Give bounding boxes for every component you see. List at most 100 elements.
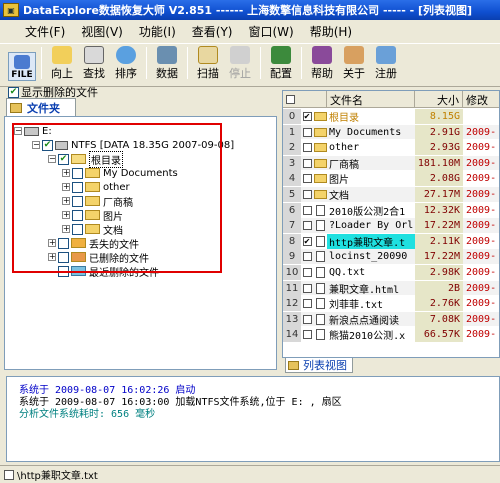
list-row[interactable]: 14 熊猫2010公测.x 66.57K 2009-: [283, 327, 499, 344]
row-checkbox[interactable]: [301, 171, 313, 186]
row-checkbox[interactable]: [301, 327, 313, 342]
file-name: 刘菲菲.txt: [329, 300, 384, 312]
list-row[interactable]: 11 兼职文章.html 2B 2009-: [283, 280, 499, 297]
row-checkbox[interactable]: [301, 203, 313, 218]
header-size[interactable]: 大小: [415, 91, 463, 108]
checkbox-icon[interactable]: [302, 268, 312, 277]
file-modified: 2009-: [466, 267, 497, 278]
checkbox-icon[interactable]: [302, 158, 312, 168]
row-checkbox[interactable]: [301, 312, 313, 327]
list-row[interactable]: 4 图片 2.08G 2009-: [283, 171, 499, 188]
list-row[interactable]: 2 other 2.93G 2009-: [283, 140, 499, 156]
about-button[interactable]: 关于: [339, 46, 369, 81]
row-checkbox[interactable]: [301, 156, 313, 171]
menu-function[interactable]: 功能(I): [139, 23, 176, 40]
row-checkbox[interactable]: [301, 265, 313, 280]
list-row[interactable]: 5 文档 27.17M 2009-: [283, 187, 499, 203]
find-button[interactable]: 查找: [79, 46, 109, 81]
file-size: 2.91G: [415, 124, 463, 140]
toolbar-separator: [187, 47, 188, 79]
list-row[interactable]: 6 2010版公测2合1 12.32K 2009-: [283, 202, 499, 219]
file-name: 根目录: [329, 113, 359, 124]
folder-icon: [313, 109, 327, 124]
row-checkbox[interactable]: [301, 296, 313, 311]
header-name[interactable]: 文件名: [327, 91, 415, 108]
file-modified: 2009-: [466, 235, 497, 247]
list-row[interactable]: 0 ✔ 根目录 8.15G: [283, 109, 499, 125]
row-checkbox[interactable]: [301, 140, 313, 155]
file-name: 厂商稿: [329, 159, 359, 171]
tab-folder[interactable]: 文件夹: [6, 98, 76, 116]
file-button[interactable]: FILE: [8, 52, 36, 81]
checkbox-icon[interactable]: ✔: [302, 112, 312, 121]
stop-button[interactable]: 停止: [225, 46, 255, 81]
list-row[interactable]: 9 locinst_20090 17.22M 2009-: [283, 249, 499, 266]
row-checkbox[interactable]: [301, 249, 313, 264]
list-row[interactable]: 13 新浪点点通阅读 7.08K 2009-: [283, 311, 499, 328]
list-row[interactable]: 10 QQ.txt 2.98K 2009-: [283, 265, 499, 281]
row-checkbox[interactable]: [301, 187, 313, 202]
checkbox-icon[interactable]: [302, 205, 312, 215]
file-size: 181.10M: [415, 155, 463, 171]
menu-help[interactable]: 帮助(H): [310, 23, 352, 40]
sort-button[interactable]: 排序: [111, 46, 141, 81]
document-icon: [313, 281, 327, 296]
row-index: 0: [283, 109, 301, 124]
tab-list-view[interactable]: 列表视图: [285, 358, 353, 373]
checkbox-icon[interactable]: [302, 190, 312, 199]
checkbox-icon[interactable]: [302, 252, 312, 262]
up-button[interactable]: 向上: [47, 46, 77, 81]
checkbox-icon[interactable]: [302, 174, 312, 184]
log-pane: 系统于 2009-08-07 16:02:26 启动 系统于 2009-08-0…: [6, 376, 500, 462]
folder-icon: [313, 140, 327, 155]
scan-button[interactable]: 扫描: [193, 46, 223, 81]
list-row[interactable]: 7 ?Loader By Orl 17.22M 2009-: [283, 218, 499, 234]
checkbox-icon[interactable]: ✔: [8, 86, 19, 98]
checkbox-icon[interactable]: [302, 127, 312, 137]
list-row[interactable]: 3 厂商稿 181.10M 2009-: [283, 155, 499, 172]
row-checkbox[interactable]: [301, 218, 313, 233]
row-checkbox[interactable]: ✔: [301, 109, 313, 124]
help-button[interactable]: 帮助: [307, 46, 337, 81]
config-button[interactable]: 配置: [266, 46, 296, 81]
menu-file[interactable]: 文件(F): [25, 23, 65, 40]
menu-look[interactable]: 查看(Y): [192, 23, 233, 40]
title-bar: ▣ DataExplore数据恢复大师 V2.851 ------ 上海数擎信息…: [0, 0, 500, 20]
row-checkbox[interactable]: [301, 125, 313, 140]
row-checkbox[interactable]: ✔: [301, 234, 313, 249]
help-icon: [312, 46, 332, 64]
file-name: My Documents: [329, 126, 402, 138]
file-modified: 2009-: [466, 329, 497, 341]
file-modified: 2009-: [466, 189, 497, 200]
file-list[interactable]: 文件名 大小 修改 0 ✔ 根目录 8.15G 1 My Documents 2.91G 20…: [282, 90, 500, 358]
data-icon: [157, 46, 177, 64]
checkbox-icon[interactable]: [302, 314, 312, 324]
checkbox-icon[interactable]: [302, 143, 312, 153]
data-button[interactable]: 数据: [152, 46, 182, 81]
list-row[interactable]: 1 My Documents 2.91G 2009-: [283, 124, 499, 141]
list-row[interactable]: 12 刘菲菲.txt 2.76K 2009-: [283, 296, 499, 312]
checkbox-icon[interactable]: ✔: [302, 236, 312, 246]
select-all-checkbox[interactable]: [286, 95, 295, 104]
register-button[interactable]: 注册: [371, 46, 401, 81]
row-index: 12: [283, 296, 301, 312]
row-index: 5: [283, 187, 301, 202]
checkbox-icon[interactable]: [302, 221, 312, 231]
file-icon: [14, 55, 30, 69]
header-checkbox[interactable]: [283, 91, 327, 108]
file-name: 2010版公测2合1: [329, 206, 406, 218]
header-modified[interactable]: 修改: [463, 91, 499, 108]
row-checkbox[interactable]: [301, 281, 313, 296]
file-name: http兼职文章.t: [327, 233, 415, 249]
row-index: 11: [283, 280, 301, 296]
toolbar-separator: [260, 47, 261, 79]
checkbox-icon[interactable]: [302, 283, 312, 293]
checkbox-icon[interactable]: [302, 299, 312, 309]
list-row[interactable]: 8 ✔ http兼职文章.t 2.11K 2009-: [283, 233, 499, 250]
menu-window[interactable]: 窗口(W): [248, 23, 293, 40]
document-icon: [313, 218, 327, 233]
file-name: locinst_20090: [329, 251, 408, 263]
row-index: 14: [283, 327, 301, 343]
menu-view[interactable]: 视图(V): [81, 23, 123, 40]
checkbox-icon[interactable]: [302, 330, 312, 340]
